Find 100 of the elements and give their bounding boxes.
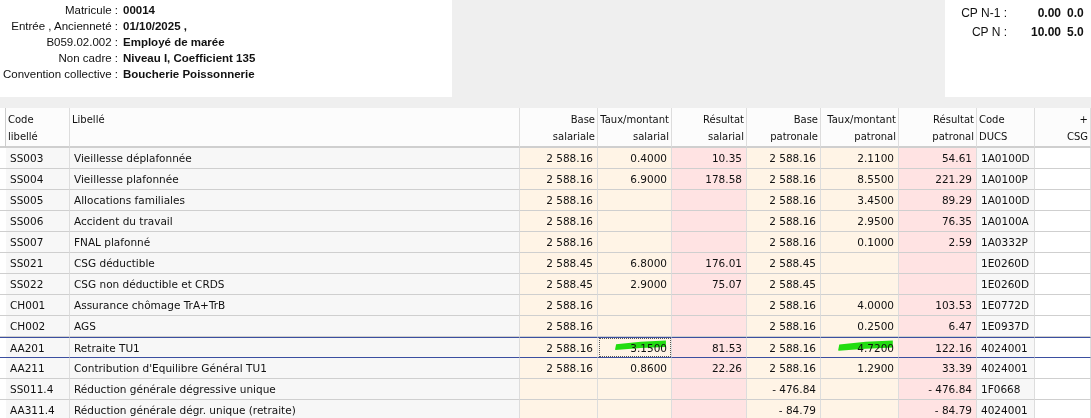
field-value: Niveau I, Coefficient 135 <box>123 52 257 64</box>
table-cell: 2 588.16 <box>520 316 598 337</box>
table-cell: 2 588.16 <box>747 232 821 253</box>
table-cell: 75.07 <box>672 274 747 295</box>
table-cell: 1E0260D <box>977 253 1035 274</box>
field-label: Convention collective : <box>1 68 118 80</box>
field-value: 00014 <box>123 4 156 16</box>
table-cell: SS005 <box>6 190 70 211</box>
table-cell: 3.4500 <box>821 190 899 211</box>
column-header[interactable]: Résultat patronal <box>899 108 977 148</box>
table-cell: - 84.79 <box>899 400 977 418</box>
column-header[interactable]: + CSG <box>1035 108 1091 148</box>
table-cell: 89.29 <box>899 190 977 211</box>
table-cell: CSG déductible <box>70 253 520 274</box>
table-cell: 2 588.16 <box>747 358 821 379</box>
table-cell: 4024001 <box>977 400 1035 418</box>
table-cell: AA201 <box>6 337 70 358</box>
table-cell: 2 588.16 <box>520 358 598 379</box>
table-cell: 2 588.16 <box>520 295 598 316</box>
table-cell: 1E0937D <box>977 316 1035 337</box>
column-header[interactable]: Code DUCS <box>977 108 1035 148</box>
table-cell: 2 588.16 <box>520 211 598 232</box>
table-cell: 103.53 <box>899 295 977 316</box>
table-cell: 221.29 <box>899 169 977 190</box>
table-cell: CH001 <box>6 295 70 316</box>
table-cell: 2 588.16 <box>747 190 821 211</box>
column-header[interactable]: Taux/montant salarial <box>598 108 672 148</box>
leave-label: CP N : <box>970 25 1007 39</box>
field-value: 01/10/2025 , <box>123 20 188 32</box>
table-cell: SS003 <box>6 148 70 169</box>
table-cell: 33.39 <box>899 358 977 379</box>
table-cell: 2 588.45 <box>520 274 598 295</box>
field-label: B059.02.002 : <box>45 36 118 48</box>
table-cell: 2 588.16 <box>747 316 821 337</box>
table-cell: 2 588.45 <box>520 253 598 274</box>
table-cell: - 476.84 <box>899 379 977 400</box>
table-cell: 6.47 <box>899 316 977 337</box>
table-cell: 54.61 <box>899 148 977 169</box>
table-cell: 8.5500 <box>821 169 899 190</box>
table-cell: 0.2500 <box>821 316 899 337</box>
table-cell: 1A0332P <box>977 232 1035 253</box>
field-value: Boucherie Poissonnerie <box>123 68 256 80</box>
table-cell: Vieillesse plafonnée <box>70 169 520 190</box>
table-cell: 2.59 <box>899 232 977 253</box>
table-cell: CH002 <box>6 316 70 337</box>
table-cell: Contribution d'Equilibre Général TU1 <box>70 358 520 379</box>
table-cell: 6.9000 <box>598 169 672 190</box>
table-cell: 2 588.16 <box>520 169 598 190</box>
field-label: Entrée , Ancienneté : <box>10 20 118 32</box>
table-cell: 2.9500 <box>821 211 899 232</box>
table-cell: - 476.84 <box>747 379 821 400</box>
table-cell: 2 588.16 <box>747 211 821 232</box>
table-cell: Réduction générale dégr. unique (retraite) <box>70 400 520 418</box>
column-header[interactable]: Taux/montant patronal <box>821 108 899 148</box>
table-cell: 2.1100 <box>821 148 899 169</box>
table-cell: CSG non déductible et CRDS <box>70 274 520 295</box>
table-cell: AA211 <box>6 358 70 379</box>
column-header[interactable]: Base patronale <box>747 108 821 148</box>
field-label: Non cadre : <box>57 52 118 64</box>
table-cell: 6.8000 <box>598 253 672 274</box>
table-cell: 1A0100A <box>977 211 1035 232</box>
column-header[interactable]: Base salariale <box>520 108 598 148</box>
table-cell: SS022 <box>6 274 70 295</box>
table-cell: 81.53 <box>672 337 747 358</box>
table-cell: Accident du travail <box>70 211 520 232</box>
table-cell: 22.26 <box>672 358 747 379</box>
leave-value: 0.00 <box>1036 6 1061 20</box>
table-cell: 2 588.16 <box>520 232 598 253</box>
column-header[interactable]: Résultat salarial <box>672 108 747 148</box>
table-cell: FNAL plafonné <box>70 232 520 253</box>
table-cell: 1.2900 <box>821 358 899 379</box>
column-header[interactable]: Libellé <box>70 108 520 148</box>
table-cell: 2 588.45 <box>747 253 821 274</box>
field-value: Employé de marée <box>123 36 226 48</box>
leave-label: CP N-1 : <box>960 6 1007 20</box>
table-cell: 2 588.16 <box>747 148 821 169</box>
table-cell: 1E0772D <box>977 295 1035 316</box>
table-cell: 2 588.16 <box>520 337 598 358</box>
table-cell: 1A0100D <box>977 148 1035 169</box>
table-cell: SS004 <box>6 169 70 190</box>
table-cell: 2 588.16 <box>747 169 821 190</box>
table-cell: 1F0668 <box>977 379 1035 400</box>
table-cell: Vieillesse déplafonnée <box>70 148 520 169</box>
table-cell: 176.01 <box>672 253 747 274</box>
column-header[interactable]: Code libellé <box>6 108 70 148</box>
table-cell: 2 588.45 <box>747 274 821 295</box>
table-cell: 2 588.16 <box>747 295 821 316</box>
table-cell: 178.58 <box>672 169 747 190</box>
table-cell: 4024001 <box>977 337 1035 358</box>
table-cell: Assurance chômage TrA+TrB <box>70 295 520 316</box>
leave-value: 10.00 <box>1029 25 1061 39</box>
table-cell: 1E0260D <box>977 274 1035 295</box>
table-cell: SS006 <box>6 211 70 232</box>
leave-value: 5.0 <box>1067 25 1085 39</box>
table-cell: Réduction générale dégressive unique <box>70 379 520 400</box>
table-cell: - 84.79 <box>747 400 821 418</box>
table-cell: SS021 <box>6 253 70 274</box>
table-cell: 1A0100D <box>977 190 1035 211</box>
table-cell: AGS <box>70 316 520 337</box>
table-cell: 1A0100P <box>977 169 1035 190</box>
